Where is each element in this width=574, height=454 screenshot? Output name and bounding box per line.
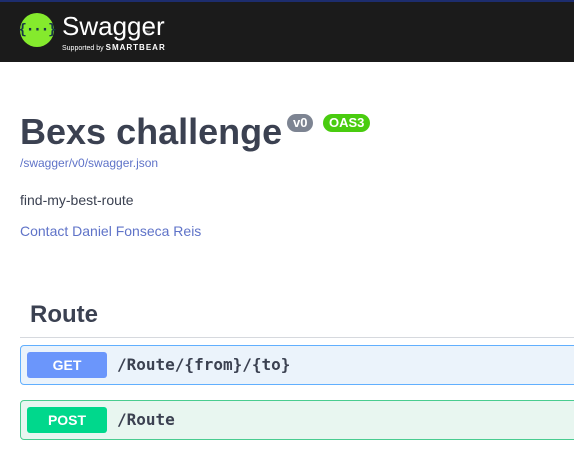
brand-tagline: Supported by SMARTBEAR — [62, 43, 166, 54]
trademark-mark: ™ — [145, 30, 150, 36]
logo-glyph: {···} — [18, 22, 56, 38]
api-description: find-my-best-route — [20, 192, 134, 208]
operation-path: /Route — [117, 410, 175, 429]
oas-badge: OAS3 — [323, 114, 371, 132]
company-name: SMARTBEAR — [105, 43, 166, 52]
operation-post-route[interactable]: POST /Route — [20, 400, 574, 440]
method-badge-get: GET — [27, 352, 107, 378]
swagger-logo-icon[interactable]: {···} — [18, 13, 57, 47]
spec-url-link[interactable]: /swagger/v0/swagger.json — [20, 156, 158, 170]
supported-by-text: Supported by — [62, 45, 104, 52]
tag-title: Route — [30, 301, 98, 328]
tag-section-route[interactable]: Route — [20, 292, 574, 338]
contact-link[interactable]: Contact Daniel Fonseca Reis — [20, 223, 201, 239]
version-badge: v0 — [287, 114, 314, 132]
topbar: {···} Swagger ™ Supported by SMARTBEAR — [0, 0, 574, 62]
method-badge-post: POST — [27, 407, 107, 433]
operation-path: /Route/{from}/{to} — [117, 355, 291, 374]
operation-get-route[interactable]: GET /Route/{from}/{to} — [20, 345, 574, 385]
page-title: Bexs challenge — [20, 111, 283, 152]
